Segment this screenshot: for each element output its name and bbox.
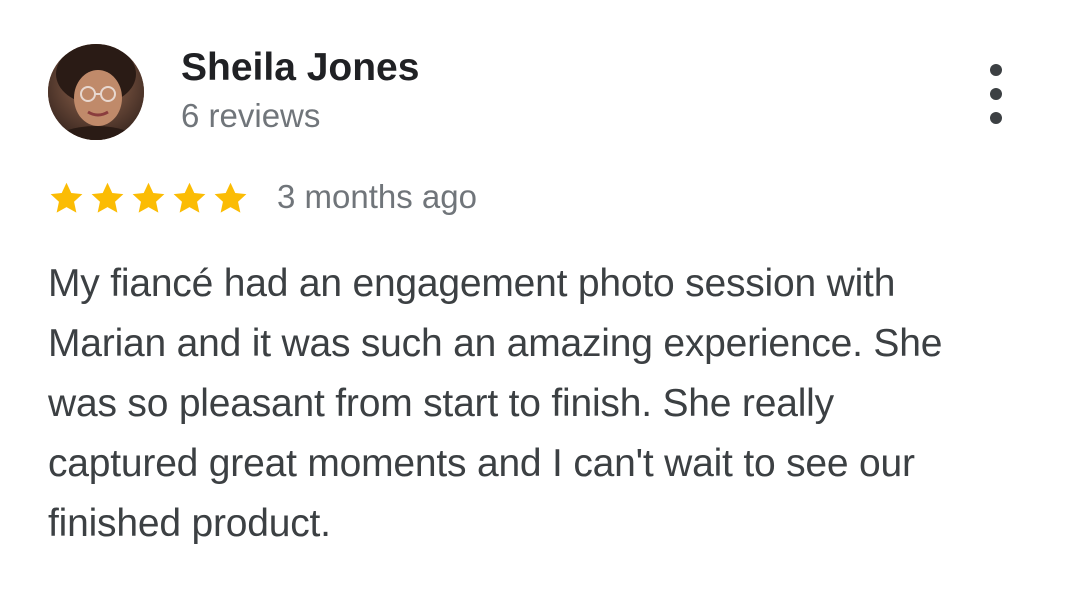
review-count[interactable]: 6 reviews — [181, 95, 320, 137]
avatar[interactable] — [48, 44, 144, 140]
star-icon — [132, 182, 165, 213]
reviewer-name[interactable]: Sheila Jones — [181, 44, 419, 92]
star-rating — [48, 178, 253, 218]
more-options-button[interactable] — [976, 64, 1016, 124]
more-vert-icon — [990, 64, 1002, 76]
review-card: Sheila Jones 6 reviews 3 months ago My f… — [0, 0, 1080, 595]
more-vert-icon-dot — [990, 88, 1002, 100]
review-text-line: finished product. — [48, 502, 331, 545]
star-icon — [173, 182, 206, 213]
review-text: My fiancé had an engagement photo sessio… — [48, 254, 1038, 554]
review-text-line: captured great moments and I can't wait … — [48, 442, 915, 485]
avatar-image — [48, 44, 144, 140]
review-text-line: was so pleasant from start to finish. Sh… — [48, 382, 834, 425]
review-time: 3 months ago — [277, 178, 477, 215]
star-icon — [50, 182, 83, 213]
more-vert-icon-dot — [990, 112, 1002, 124]
star-icon — [91, 182, 124, 213]
review-text-line: My fiancé had an engagement photo sessio… — [48, 262, 896, 305]
star-icon — [214, 182, 247, 213]
review-text-line: Marian and it was such an amazing experi… — [48, 322, 943, 365]
